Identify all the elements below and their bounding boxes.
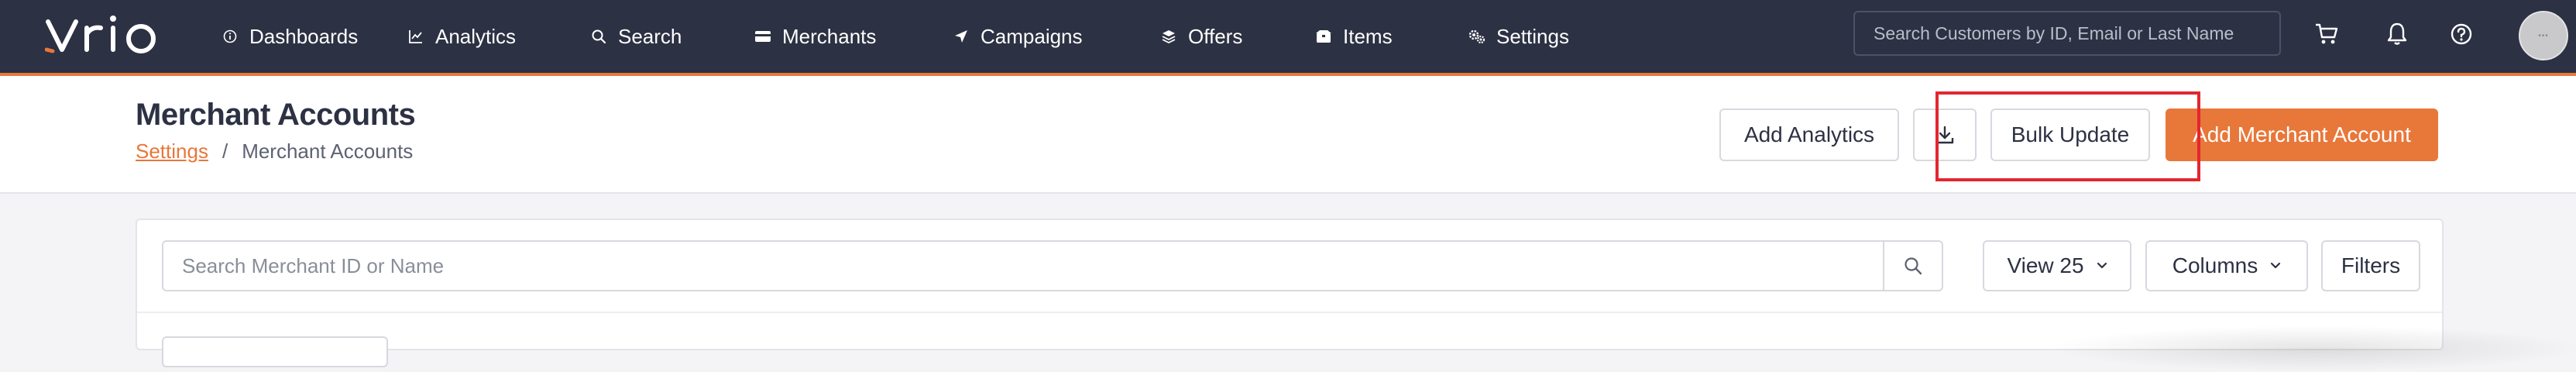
nav-campaigns[interactable]: Campaigns [951,0,1083,73]
bell-icon[interactable] [2380,17,2414,51]
info-circle-icon [220,26,240,46]
vrio-logo-mark [45,16,156,53]
download-icon [1934,124,1956,146]
nav-analytics[interactable]: Analytics [406,0,516,73]
page-title: Merchant Accounts [136,98,416,132]
add-analytics-button[interactable]: Add Analytics [1719,108,1899,161]
merchant-search-button[interactable] [1883,242,1942,290]
floating-panel-shadow [2045,326,2576,372]
breadcrumb-separator: / [222,140,228,163]
chevron-down-icon [2270,262,2281,270]
cart-icon[interactable] [2310,17,2344,51]
layers-icon [1159,26,1179,46]
avatar[interactable]: ••• [2519,11,2568,60]
nav-label: Offers [1188,24,1243,48]
top-navbar: Dashboards Analytics Search Merchants Ca… [0,0,2576,76]
page-header: Merchant Accounts Settings / Merchant Ac… [0,76,2576,194]
credit-card-icon [753,26,773,46]
nav-label: Dashboards [249,24,359,48]
download-button[interactable] [1913,108,1977,161]
nav-label: Merchants [782,24,877,48]
breadcrumb: Settings / Merchant Accounts [136,140,413,164]
merchant-search-group [162,240,1943,291]
filters-label: Filters [2341,253,2401,277]
nav-label: Settings [1496,24,1569,48]
partial-control[interactable] [162,336,388,367]
add-merchant-account-button[interactable]: Add Merchant Account [2166,108,2438,161]
help-icon[interactable] [2444,17,2478,51]
merchant-search-input[interactable] [163,242,1883,290]
merchant-list-card: View 25 Columns Filters [136,219,2444,367]
nav-merchants[interactable]: Merchants [721,0,908,76]
card-divider [137,312,2442,313]
breadcrumb-current: Merchant Accounts [242,140,414,163]
nav-search[interactable]: Search [589,0,682,73]
search-icon [589,26,609,46]
vrio-logo[interactable] [45,11,169,59]
gears-icon [1467,26,1487,46]
breadcrumb-settings-link[interactable]: Settings [136,140,208,164]
nav-label: Search [618,24,682,48]
columns-label: Columns [2172,253,2258,277]
nav-settings[interactable]: Settings [1467,0,1569,73]
nav-label: Analytics [435,24,517,48]
filters-button[interactable]: Filters [2321,240,2420,291]
nav-dashboards[interactable]: Dashboards [220,0,358,73]
bulk-update-button[interactable]: Bulk Update [1990,108,2150,161]
box-icon [1314,26,1334,46]
columns-dropdown[interactable]: Columns [2145,240,2308,291]
global-search-input[interactable] [1853,11,2281,56]
send-icon [951,26,971,46]
nav-label: Items [1343,24,1393,48]
line-chart-icon [406,26,426,46]
nav-items[interactable]: Items [1314,0,1393,73]
avatar-text: ••• [2538,31,2549,40]
search-icon [1903,256,1923,276]
view-count-dropdown[interactable]: View 25 [1983,240,2131,291]
chevron-down-icon [2097,262,2107,270]
nav-offers[interactable]: Offers [1159,0,1242,73]
view-count-label: View 25 [2007,253,2084,277]
nav-label: Campaigns [981,24,1083,48]
